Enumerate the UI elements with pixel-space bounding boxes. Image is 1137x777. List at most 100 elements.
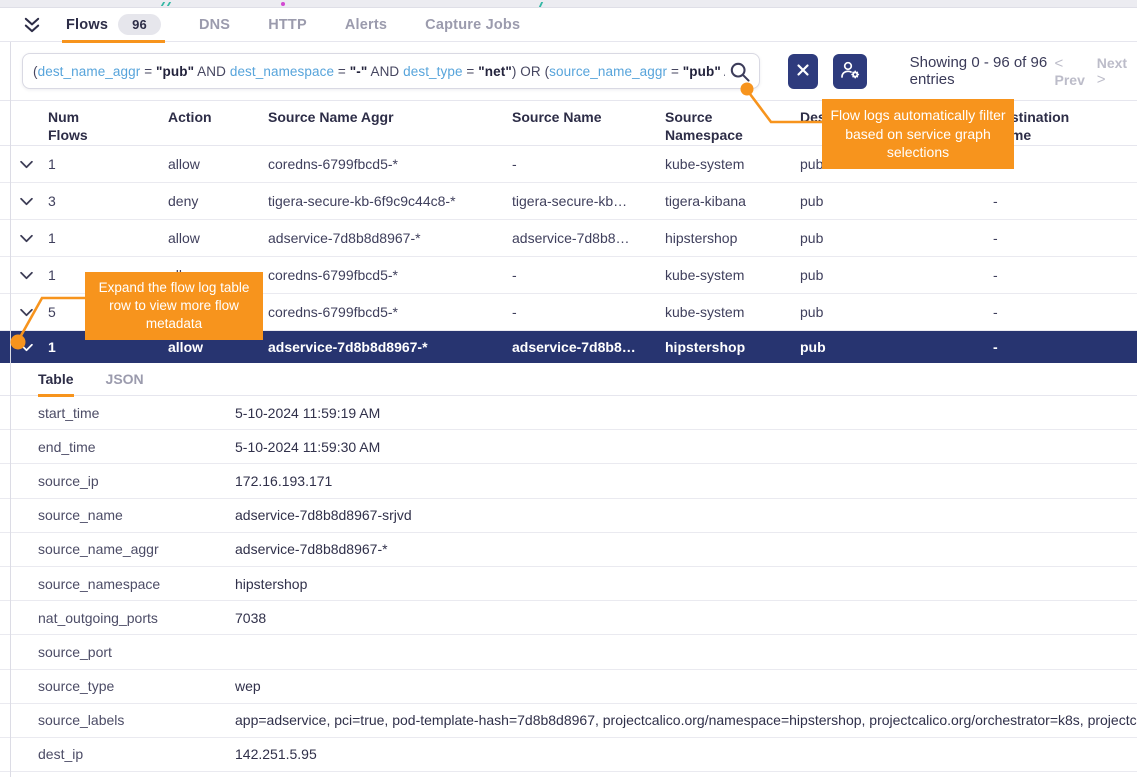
field-value: 5-10-2024 11:59:30 AM bbox=[235, 439, 1137, 455]
flow-query-text[interactable]: (dest_name_aggr = "pub" AND dest_namespa… bbox=[33, 64, 725, 79]
row-expand-chevron-icon[interactable] bbox=[20, 197, 48, 206]
cell-destination-name: - bbox=[993, 193, 1137, 209]
double-chevron-down-icon[interactable] bbox=[20, 13, 44, 37]
row-expand-chevron-icon[interactable] bbox=[20, 343, 48, 352]
cell-action: allow bbox=[168, 339, 268, 355]
tab-label: DNS bbox=[199, 17, 230, 33]
column-header: Num Flows bbox=[48, 109, 100, 144]
tab-label: Alerts bbox=[345, 17, 387, 33]
tab-http[interactable]: HTTP bbox=[264, 8, 311, 42]
flow-logs-panel: Flows 96 DNS HTTP Alerts Capture Jobs (dest_n… bbox=[0, 0, 1137, 777]
panel-left-border bbox=[10, 42, 11, 777]
chevron-right-icon: > bbox=[1097, 71, 1106, 88]
tab-label: Capture Jobs bbox=[425, 17, 520, 33]
pagination: < Prev Next > bbox=[1055, 55, 1129, 88]
cell-source-namespace: kube-system bbox=[665, 156, 800, 172]
cell-action: deny bbox=[168, 193, 268, 209]
query-segment: "pub" bbox=[683, 64, 721, 79]
tab-dns[interactable]: DNS bbox=[195, 8, 234, 42]
row-expand-chevron-icon[interactable] bbox=[20, 271, 48, 280]
detail-field-row: source_nameadservice-7d8b8d8967-srjvd bbox=[0, 499, 1137, 533]
search-filter-callout: Flow logs automatically filter based on … bbox=[822, 99, 1014, 169]
flows-count-badge: 96 bbox=[118, 14, 161, 35]
query-segment: AND bbox=[367, 64, 403, 79]
query-segment: dest_type bbox=[403, 64, 462, 79]
query-segment: dest_name_aggr bbox=[38, 64, 141, 79]
flow-row[interactable]: 3denytigera-secure-kb-6f9c9c44c8-*tigera… bbox=[0, 183, 1137, 220]
cell-destination-name: - bbox=[993, 156, 1137, 172]
detail-tab-table[interactable]: Table bbox=[38, 363, 74, 396]
log-type-tabbar: Flows 96 DNS HTTP Alerts Capture Jobs bbox=[0, 8, 1137, 42]
cell-num-flows: 1 bbox=[48, 339, 168, 355]
field-value: adservice-7d8b8d8967-srjvd bbox=[235, 507, 1137, 523]
cell-source-namespace: hipstershop bbox=[665, 230, 800, 246]
cell-destination-name: - bbox=[993, 230, 1137, 246]
detail-field-row: start_time5-10-2024 11:59:19 AM bbox=[0, 396, 1137, 430]
field-value: app=adservice, pci=true, pod-template-ha… bbox=[235, 712, 1137, 728]
query-segment: = bbox=[334, 64, 350, 79]
expand-row-callout: Expand the flow log table row to view mo… bbox=[85, 272, 263, 340]
field-key: source_name bbox=[38, 507, 235, 523]
close-icon bbox=[796, 63, 810, 80]
cell-action: allow bbox=[168, 230, 268, 246]
cell-source-name: adservice-7d8b8… bbox=[512, 339, 665, 355]
tab-flows[interactable]: Flows 96 bbox=[62, 8, 165, 42]
cell-source-name-aggr: tigera-secure-kb-6f9c9c44c8-* bbox=[268, 193, 512, 209]
cell-source-name-aggr: coredns-6799fbcd5-* bbox=[268, 304, 512, 320]
user-settings-button[interactable] bbox=[833, 54, 866, 89]
row-expand-chevron-icon[interactable] bbox=[20, 234, 48, 243]
cell-source-namespace: tigera-kibana bbox=[665, 193, 800, 209]
service-graph-sliver bbox=[0, 0, 1137, 8]
detail-field-row: nat_outgoing_ports7038 bbox=[0, 601, 1137, 635]
cell-source-namespace: kube-system bbox=[665, 267, 800, 283]
cell-source-name-aggr: coredns-6799fbcd5-* bbox=[268, 267, 512, 283]
detail-field-row: dest_ip142.251.5.95 bbox=[0, 738, 1137, 772]
graph-edge-fragment bbox=[161, 2, 171, 6]
cell-destination-name: - bbox=[993, 304, 1137, 320]
prev-page-button[interactable]: < Prev bbox=[1055, 55, 1087, 88]
field-value: 142.251.5.95 bbox=[235, 746, 1137, 762]
flow-row[interactable]: 1allowadservice-7d8b8d8967-*adservice-7d… bbox=[0, 220, 1137, 257]
query-segment: AND bbox=[721, 64, 725, 79]
cell-num-flows: 1 bbox=[48, 230, 168, 246]
cell-action: allow bbox=[168, 156, 268, 172]
column-header: Action bbox=[168, 109, 268, 127]
detail-field-row: source_labelsapp=adservice, pci=true, po… bbox=[0, 704, 1137, 738]
clear-filter-button[interactable] bbox=[788, 54, 818, 89]
filter-toolbar: (dest_name_aggr = "pub" AND dest_namespa… bbox=[0, 42, 1137, 100]
field-key: nat_outgoing_ports bbox=[38, 610, 235, 626]
tab-label: HTTP bbox=[268, 17, 307, 33]
detail-tab-json[interactable]: JSON bbox=[106, 363, 144, 396]
detail-field-row: source_typewep bbox=[0, 670, 1137, 704]
row-expand-chevron-icon[interactable] bbox=[20, 160, 48, 169]
search-icon[interactable] bbox=[729, 61, 751, 83]
cell-source-name: - bbox=[512, 267, 665, 283]
cell-source-namespace: kube-system bbox=[665, 304, 800, 320]
cell-num-flows: 1 bbox=[48, 156, 168, 172]
row-expand-chevron-icon[interactable] bbox=[20, 308, 48, 317]
chevron-left-icon: < bbox=[1055, 55, 1064, 72]
query-segment: source_name_aggr bbox=[549, 64, 667, 79]
query-segment: AND bbox=[194, 64, 230, 79]
field-key: source_ip bbox=[38, 473, 235, 489]
cell-destination-name: - bbox=[993, 339, 1137, 355]
query-segment: dest_namespace bbox=[230, 64, 334, 79]
column-header: Source Namespace bbox=[665, 109, 759, 144]
query-segment: = bbox=[463, 64, 479, 79]
tab-alerts[interactable]: Alerts bbox=[341, 8, 391, 42]
column-header: Source Name Aggr bbox=[268, 109, 512, 127]
tab-capture-jobs[interactable]: Capture Jobs bbox=[421, 8, 524, 42]
next-page-button[interactable]: Next > bbox=[1097, 55, 1129, 88]
cell-source-name: adservice-7d8b8… bbox=[512, 230, 665, 246]
field-value: 5-10-2024 11:59:19 AM bbox=[235, 405, 1137, 421]
cell-source-name: - bbox=[512, 304, 665, 320]
tab-label: Flows bbox=[66, 17, 108, 33]
flow-query-input[interactable]: (dest_name_aggr = "pub" AND dest_namespa… bbox=[22, 53, 760, 89]
detail-field-row: source_port bbox=[0, 635, 1137, 669]
graph-edge-fragment bbox=[539, 2, 543, 7]
field-key: dest_ip bbox=[38, 746, 235, 762]
flow-detail-tabbar: Table JSON bbox=[0, 363, 1137, 396]
detail-field-row: source_namespacehipstershop bbox=[0, 567, 1137, 601]
query-segment: = bbox=[140, 64, 156, 79]
cell-dest-name-aggr: pub bbox=[800, 193, 993, 209]
